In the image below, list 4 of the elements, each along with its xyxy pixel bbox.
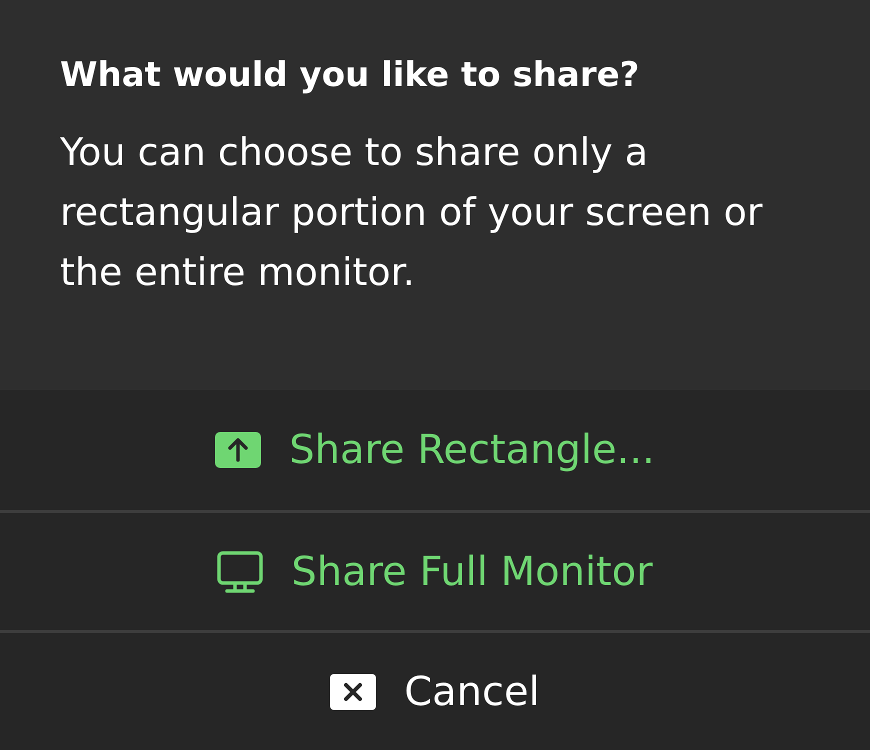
monitor-icon <box>217 550 264 592</box>
dialog-message: You can choose to share only a rectangular portion of your screen or the entire monitor. <box>60 129 764 296</box>
close-icon <box>330 674 376 710</box>
dialog-title: What would you like to share? <box>60 54 640 97</box>
